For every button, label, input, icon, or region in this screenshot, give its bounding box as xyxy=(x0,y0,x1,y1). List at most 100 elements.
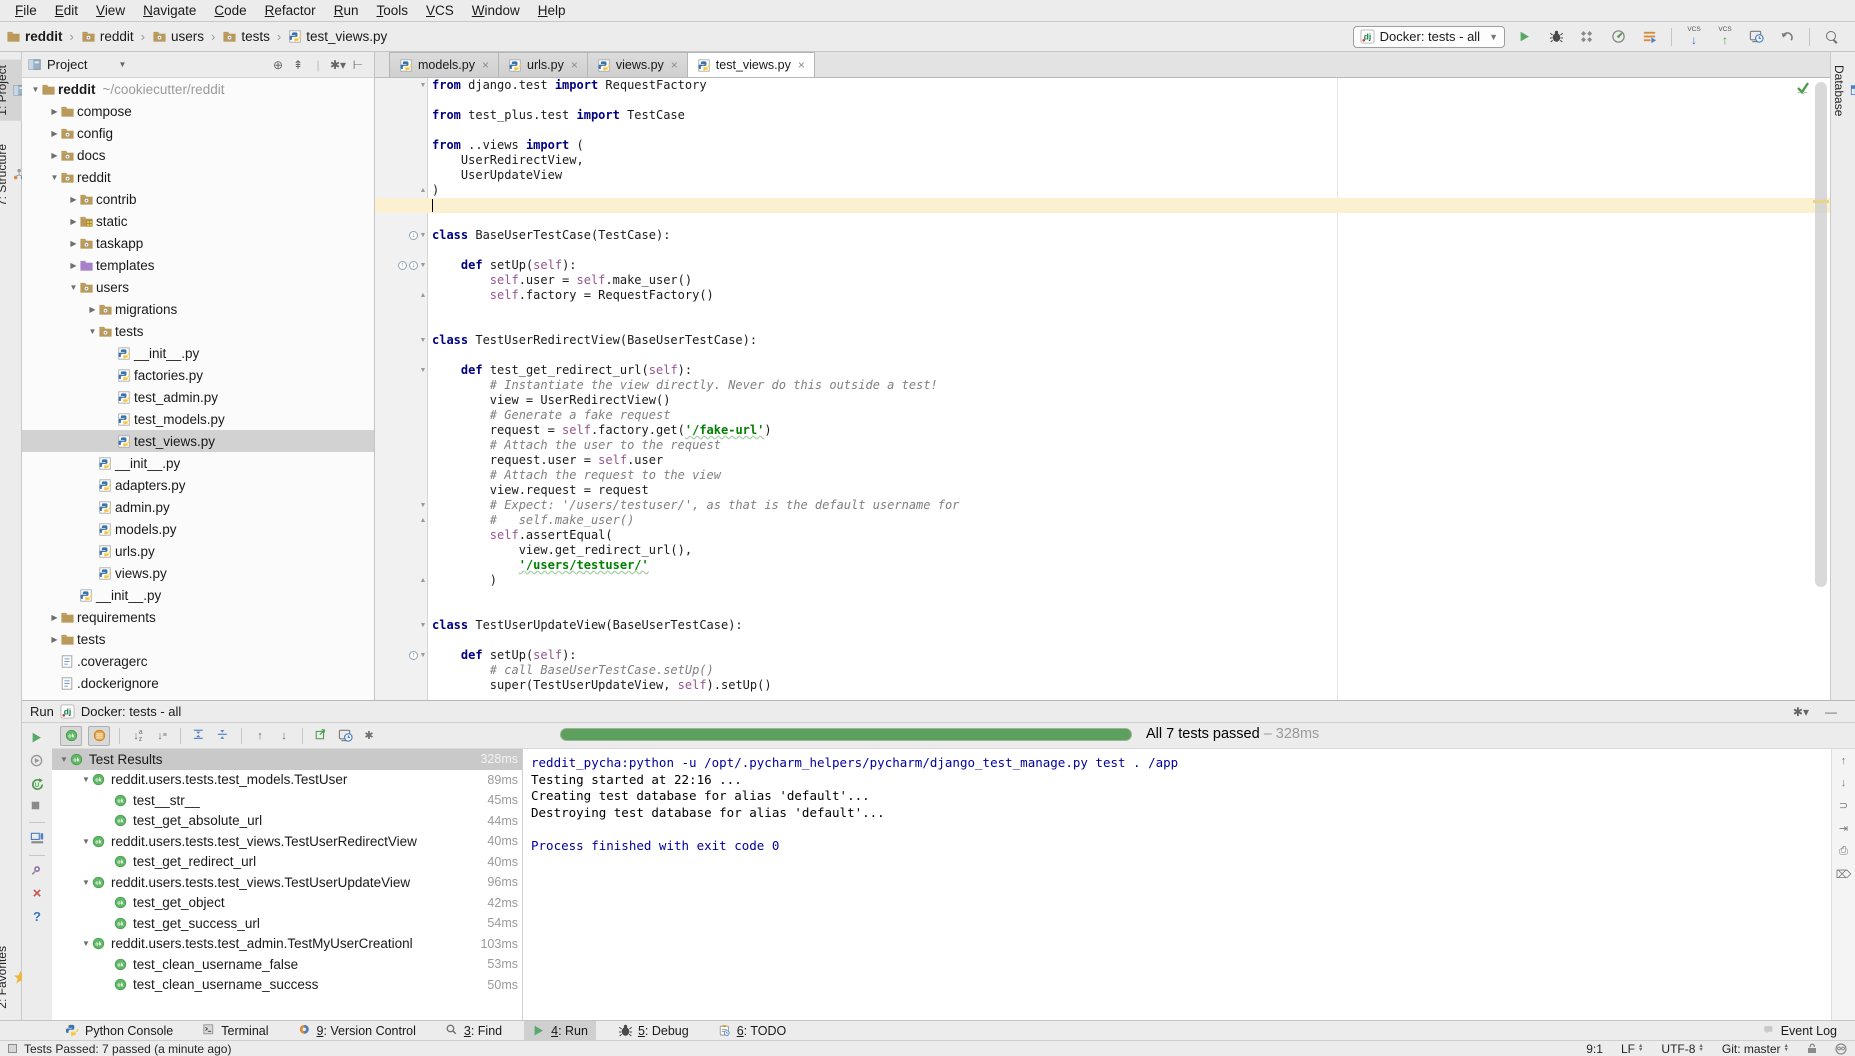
expand-arrow-icon[interactable]: ▶ xyxy=(49,129,60,138)
tree-row[interactable]: ▼reddit xyxy=(22,166,374,188)
vcs-update-button[interactable]: VCS↓ xyxy=(1683,26,1705,48)
menu-help[interactable]: Help xyxy=(529,0,575,22)
encoding-select[interactable]: UTF-8▲▼ xyxy=(1661,1042,1703,1056)
tree-row[interactable]: ▶migrations xyxy=(22,298,374,320)
overrides-icon[interactable]: ↑ xyxy=(409,651,418,660)
editor-tab-views.py[interactable]: views.py× xyxy=(588,52,688,77)
fold-marker-icon[interactable]: ▼ xyxy=(419,228,427,243)
tree-row[interactable]: test_models.py xyxy=(22,408,374,430)
settings-button[interactable]: ✱▾ xyxy=(328,58,348,72)
fold-marker-icon[interactable]: ▲ xyxy=(419,573,427,588)
expand-arrow-icon[interactable]: ▶ xyxy=(68,239,79,248)
overridden-icon[interactable]: ↓ xyxy=(409,231,418,240)
previous-failed-button[interactable]: ↑ xyxy=(251,726,269,746)
expand-arrow-icon[interactable]: ▼ xyxy=(30,85,41,94)
expand-arrow-icon[interactable]: ▶ xyxy=(68,195,79,204)
tree-row[interactable]: ▶compose xyxy=(22,100,374,122)
test-history-button[interactable] xyxy=(336,726,354,746)
expand-arrow-icon[interactable]: ▼ xyxy=(80,939,92,948)
breadcrumb-item[interactable]: reddit xyxy=(6,29,63,44)
tree-row[interactable]: ▶tests xyxy=(22,628,374,650)
menu-tools[interactable]: Tools xyxy=(367,0,417,22)
overridden-icon[interactable]: ↓ xyxy=(409,261,418,270)
editor-tab-urls.py[interactable]: urls.py× xyxy=(499,52,588,77)
caret-position[interactable]: 9:1 xyxy=(1586,1042,1603,1056)
test-row[interactable]: ▼okreddit.users.tests.test_admin.TestMyU… xyxy=(52,934,522,955)
tree-row[interactable]: .dockerignore xyxy=(22,672,374,694)
expand-arrow-icon[interactable]: ▼ xyxy=(58,755,70,764)
test-row[interactable]: ▼okTest Results328ms xyxy=(52,749,522,770)
debug-button[interactable] xyxy=(1545,26,1567,48)
expand-arrow-icon[interactable]: ▼ xyxy=(68,283,79,292)
toolwindow-button-5-debug[interactable]: 5: Debug xyxy=(610,1021,697,1041)
fold-marker-icon[interactable]: ▲ xyxy=(419,183,427,198)
concurrency-diagram-button[interactable] xyxy=(1638,26,1660,48)
test-row[interactable]: ▼okreddit.users.tests.test_models.TestUs… xyxy=(52,770,522,791)
editor-tab-test_views.py[interactable]: test_views.py× xyxy=(688,52,815,77)
tree-row[interactable]: ▶docs xyxy=(22,144,374,166)
tree-row[interactable]: admin.py xyxy=(22,496,374,518)
editor-tab-models.py[interactable]: models.py× xyxy=(389,52,499,77)
fold-marker-icon[interactable]: ▼ xyxy=(419,78,427,93)
toolwindow-button-terminal[interactable]: Terminal xyxy=(195,1021,276,1041)
fold-marker-icon[interactable]: ▼ xyxy=(419,618,427,633)
show-console-button[interactable] xyxy=(30,832,45,846)
breadcrumb-item[interactable]: users xyxy=(152,29,204,44)
locate-file-button[interactable]: ⊕ xyxy=(268,58,288,72)
clear-icon[interactable]: ⌦ xyxy=(1836,868,1852,881)
menu-file[interactable]: File xyxy=(6,0,46,22)
import-results-button[interactable] xyxy=(312,726,330,746)
vcs-commit-button[interactable]: VCS↑ xyxy=(1714,26,1736,48)
run-configuration-select[interactable]: dj Docker: tests - all ▼ xyxy=(1353,26,1505,48)
fold-marker-icon[interactable]: ▼ xyxy=(419,333,427,348)
menu-navigate[interactable]: Navigate xyxy=(134,0,205,22)
tree-row[interactable]: .coveragerc xyxy=(22,650,374,672)
tree-row[interactable]: ▶requirements xyxy=(22,606,374,628)
hector-inspector-icon[interactable] xyxy=(1835,1043,1847,1055)
expand-arrow-icon[interactable]: ▶ xyxy=(87,305,98,314)
hide-panel-button[interactable]: ⊢ xyxy=(348,58,368,72)
tree-row[interactable]: test_views.py xyxy=(22,430,374,452)
tree-row[interactable]: __init__.py xyxy=(22,584,374,606)
tree-row[interactable]: urls.py xyxy=(22,540,374,562)
collapse-all-button[interactable]: ⇞ xyxy=(288,58,308,72)
toolwindow-button-6-todo[interactable]: 6: TODO xyxy=(711,1021,795,1041)
stop-button[interactable] xyxy=(31,801,43,813)
expand-arrow-icon[interactable]: ▼ xyxy=(80,878,92,887)
expand-arrow-icon[interactable]: ▶ xyxy=(49,613,60,622)
fold-marker-icon[interactable]: ▼ xyxy=(419,258,427,273)
readonly-lock-icon[interactable] xyxy=(1807,1043,1817,1054)
breadcrumb-item[interactable]: tests xyxy=(222,29,270,44)
tree-row[interactable]: factories.py xyxy=(22,364,374,386)
tree-row[interactable]: ▶templates xyxy=(22,254,374,276)
tree-row[interactable]: __init__.py xyxy=(22,452,374,474)
collapse-all-button[interactable] xyxy=(214,726,232,746)
fold-marker-icon[interactable]: ▼ xyxy=(419,363,427,378)
undo-button[interactable] xyxy=(1776,26,1798,48)
close-button[interactable]: × xyxy=(33,887,42,900)
git-branch-select[interactable]: Git: master▲▼ xyxy=(1722,1042,1789,1056)
rerun-button[interactable] xyxy=(30,731,44,745)
menu-edit[interactable]: Edit xyxy=(46,0,87,22)
expand-arrow-icon[interactable]: ▼ xyxy=(49,173,60,182)
test-row[interactable]: oktest_clean_username_success50ms xyxy=(52,975,522,996)
search-everywhere-button[interactable] xyxy=(1821,26,1843,48)
tree-row[interactable]: test_admin.py xyxy=(22,386,374,408)
hide-icon[interactable]: — xyxy=(1825,705,1837,719)
scroll-up-icon[interactable]: ↑ xyxy=(1841,755,1847,767)
menu-window[interactable]: Window xyxy=(463,0,529,22)
close-icon[interactable]: × xyxy=(482,58,489,72)
fold-marker-icon[interactable]: ▲ xyxy=(419,288,427,303)
profiler-button[interactable] xyxy=(1607,26,1629,48)
expand-arrow-icon[interactable]: ▼ xyxy=(87,327,98,336)
tree-row[interactable]: models.py xyxy=(22,518,374,540)
toolwindow-button-4-run[interactable]: 4: Run xyxy=(524,1021,596,1041)
toggle-auto-test-button[interactable]: U xyxy=(30,777,45,792)
expand-arrow-icon[interactable]: ▶ xyxy=(49,151,60,160)
line-ending-select[interactable]: LF▲▼ xyxy=(1621,1042,1643,1056)
local-history-button[interactable] xyxy=(1745,26,1767,48)
scroll-down-icon[interactable]: ↓ xyxy=(1841,777,1847,789)
expand-arrow-icon[interactable]: ▶ xyxy=(68,217,79,226)
tree-row[interactable]: adapters.py xyxy=(22,474,374,496)
tree-row[interactable]: ▶taskapp xyxy=(22,232,374,254)
